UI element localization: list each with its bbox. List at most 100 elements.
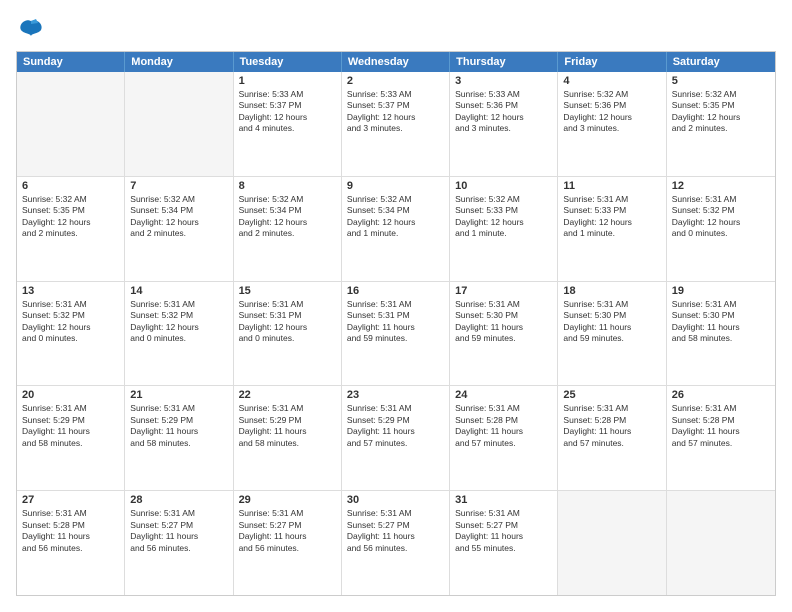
header-day-saturday: Saturday [667, 52, 775, 72]
calendar-cell: 13 Sunrise: 5:31 AM Sunset: 5:32 PM Dayli… [17, 282, 125, 386]
calendar-row-2: 13 Sunrise: 5:31 AM Sunset: 5:32 PM Dayli… [17, 281, 775, 386]
day-number: 17 [455, 285, 552, 297]
cell-text: Sunrise: 5:31 AM Sunset: 5:32 PM Dayligh… [130, 299, 227, 345]
calendar-row-1: 6Sunrise: 5:32 AM Sunset: 5:35 PM Daylig… [17, 176, 775, 281]
cell-text: Sunrise: 5:32 AM Sunset: 5:33 PM Dayligh… [455, 194, 552, 240]
calendar-cell: 19 Sunrise: 5:31 AM Sunset: 5:30 PM Dayli… [667, 282, 775, 386]
day-number: 13 [22, 285, 119, 297]
calendar-cell: 22Sunrise: 5:31 AM Sunset: 5:29 PM Dayli… [234, 386, 342, 490]
day-number: 1 [239, 75, 336, 87]
day-number: 25 [563, 389, 660, 401]
calendar-cell: 6Sunrise: 5:32 AM Sunset: 5:35 PM Daylig… [17, 177, 125, 281]
cell-text: Sunrise: 5:31 AM Sunset: 5:32 PM Dayligh… [672, 194, 770, 240]
calendar-cell [558, 491, 666, 595]
cell-text: Sunrise: 5:31 AM Sunset: 5:28 PM Dayligh… [672, 403, 770, 449]
day-number: 21 [130, 389, 227, 401]
day-number: 23 [347, 389, 444, 401]
header-day-friday: Friday [558, 52, 666, 72]
calendar-cell: 7 Sunrise: 5:32 AM Sunset: 5:34 PM Daylig… [125, 177, 233, 281]
calendar-cell: 31 Sunrise: 5:31 AM Sunset: 5:27 PM Dayli… [450, 491, 558, 595]
day-number: 2 [347, 75, 444, 87]
day-number: 29 [239, 494, 336, 506]
day-number: 18 [563, 285, 660, 297]
logo [16, 16, 50, 41]
cell-text: Sunrise: 5:33 AM Sunset: 5:37 PM Dayligh… [347, 89, 444, 135]
calendar-cell: 15 Sunrise: 5:31 AM Sunset: 5:31 PM Dayli… [234, 282, 342, 386]
calendar-cell: 29 Sunrise: 5:31 AM Sunset: 5:27 PM Dayli… [234, 491, 342, 595]
day-number: 20 [22, 389, 119, 401]
header [16, 16, 776, 41]
day-number: 3 [455, 75, 552, 87]
day-number: 14 [130, 285, 227, 297]
calendar-cell: 28 Sunrise: 5:31 AM Sunset: 5:27 PM Dayli… [125, 491, 233, 595]
cell-text: Sunrise: 5:31 AM Sunset: 5:30 PM Dayligh… [455, 299, 552, 345]
cell-text: Sunrise: 5:31 AM Sunset: 5:33 PM Dayligh… [563, 194, 660, 240]
header-day-thursday: Thursday [450, 52, 558, 72]
day-number: 28 [130, 494, 227, 506]
cell-text: Sunrise: 5:31 AM Sunset: 5:27 PM Dayligh… [455, 508, 552, 554]
day-number: 30 [347, 494, 444, 506]
calendar-cell: 27 Sunrise: 5:31 AM Sunset: 5:28 PM Dayli… [17, 491, 125, 595]
calendar-cell: 11 Sunrise: 5:31 AM Sunset: 5:33 PM Dayli… [558, 177, 666, 281]
calendar-cell: 14 Sunrise: 5:31 AM Sunset: 5:32 PM Dayli… [125, 282, 233, 386]
calendar-cell: 20 Sunrise: 5:31 AM Sunset: 5:29 PM Dayli… [17, 386, 125, 490]
day-number: 7 [130, 180, 227, 192]
calendar-cell: 26 Sunrise: 5:31 AM Sunset: 5:28 PM Dayli… [667, 386, 775, 490]
calendar-row-4: 27 Sunrise: 5:31 AM Sunset: 5:28 PM Dayli… [17, 490, 775, 595]
day-number: 15 [239, 285, 336, 297]
logo-icon [16, 16, 46, 41]
cell-text: Sunrise: 5:31 AM Sunset: 5:30 PM Dayligh… [672, 299, 770, 345]
cell-text: Sunrise: 5:33 AM Sunset: 5:37 PM Dayligh… [239, 89, 336, 135]
day-number: 24 [455, 389, 552, 401]
calendar-cell: 24 Sunrise: 5:31 AM Sunset: 5:28 PM Dayli… [450, 386, 558, 490]
calendar-cell: 25 Sunrise: 5:31 AM Sunset: 5:28 PM Dayli… [558, 386, 666, 490]
header-day-tuesday: Tuesday [234, 52, 342, 72]
cell-text: Sunrise: 5:31 AM Sunset: 5:31 PM Dayligh… [239, 299, 336, 345]
day-number: 8 [239, 180, 336, 192]
calendar-cell [17, 72, 125, 176]
day-number: 9 [347, 180, 444, 192]
calendar-cell: 10 Sunrise: 5:32 AM Sunset: 5:33 PM Dayli… [450, 177, 558, 281]
calendar-cell: 18 Sunrise: 5:31 AM Sunset: 5:30 PM Dayli… [558, 282, 666, 386]
cell-text: Sunrise: 5:31 AM Sunset: 5:32 PM Dayligh… [22, 299, 119, 345]
cell-text: Sunrise: 5:31 AM Sunset: 5:27 PM Dayligh… [239, 508, 336, 554]
header-day-wednesday: Wednesday [342, 52, 450, 72]
cell-text: Sunrise: 5:31 AM Sunset: 5:29 PM Dayligh… [22, 403, 119, 449]
calendar-cell [125, 72, 233, 176]
calendar-cell: 30 Sunrise: 5:31 AM Sunset: 5:27 PM Dayli… [342, 491, 450, 595]
calendar-cell: 4Sunrise: 5:32 AM Sunset: 5:36 PM Daylig… [558, 72, 666, 176]
calendar-cell [667, 491, 775, 595]
calendar-cell: 3Sunrise: 5:33 AM Sunset: 5:36 PM Daylig… [450, 72, 558, 176]
cell-text: Sunrise: 5:31 AM Sunset: 5:27 PM Dayligh… [130, 508, 227, 554]
cell-text: Sunrise: 5:31 AM Sunset: 5:29 PM Dayligh… [347, 403, 444, 449]
day-number: 6 [22, 180, 119, 192]
day-number: 27 [22, 494, 119, 506]
day-number: 10 [455, 180, 552, 192]
calendar-cell: 23 Sunrise: 5:31 AM Sunset: 5:29 PM Dayli… [342, 386, 450, 490]
cell-text: Sunrise: 5:32 AM Sunset: 5:34 PM Dayligh… [239, 194, 336, 240]
cell-text: Sunrise: 5:31 AM Sunset: 5:28 PM Dayligh… [563, 403, 660, 449]
cell-text: Sunrise: 5:31 AM Sunset: 5:29 PM Dayligh… [239, 403, 336, 449]
calendar-cell: 1 Sunrise: 5:33 AM Sunset: 5:37 PM Daylig… [234, 72, 342, 176]
day-number: 4 [563, 75, 660, 87]
calendar-cell: 17 Sunrise: 5:31 AM Sunset: 5:30 PM Dayli… [450, 282, 558, 386]
cell-text: Sunrise: 5:32 AM Sunset: 5:34 PM Dayligh… [130, 194, 227, 240]
calendar-row-0: 1 Sunrise: 5:33 AM Sunset: 5:37 PM Daylig… [17, 72, 775, 176]
day-number: 31 [455, 494, 552, 506]
header-day-monday: Monday [125, 52, 233, 72]
cell-text: Sunrise: 5:31 AM Sunset: 5:31 PM Dayligh… [347, 299, 444, 345]
day-number: 16 [347, 285, 444, 297]
day-number: 19 [672, 285, 770, 297]
cell-text: Sunrise: 5:31 AM Sunset: 5:28 PM Dayligh… [455, 403, 552, 449]
day-number: 12 [672, 180, 770, 192]
calendar-body: 1 Sunrise: 5:33 AM Sunset: 5:37 PM Daylig… [17, 72, 775, 595]
calendar-cell: 12 Sunrise: 5:31 AM Sunset: 5:32 PM Dayli… [667, 177, 775, 281]
calendar-header: SundayMondayTuesdayWednesdayThursdayFrid… [17, 52, 775, 72]
cell-text: Sunrise: 5:31 AM Sunset: 5:27 PM Dayligh… [347, 508, 444, 554]
day-number: 11 [563, 180, 660, 192]
calendar-cell: 2 Sunrise: 5:33 AM Sunset: 5:37 PM Daylig… [342, 72, 450, 176]
cell-text: Sunrise: 5:31 AM Sunset: 5:28 PM Dayligh… [22, 508, 119, 554]
calendar-cell: 8 Sunrise: 5:32 AM Sunset: 5:34 PM Daylig… [234, 177, 342, 281]
day-number: 26 [672, 389, 770, 401]
cell-text: Sunrise: 5:31 AM Sunset: 5:30 PM Dayligh… [563, 299, 660, 345]
